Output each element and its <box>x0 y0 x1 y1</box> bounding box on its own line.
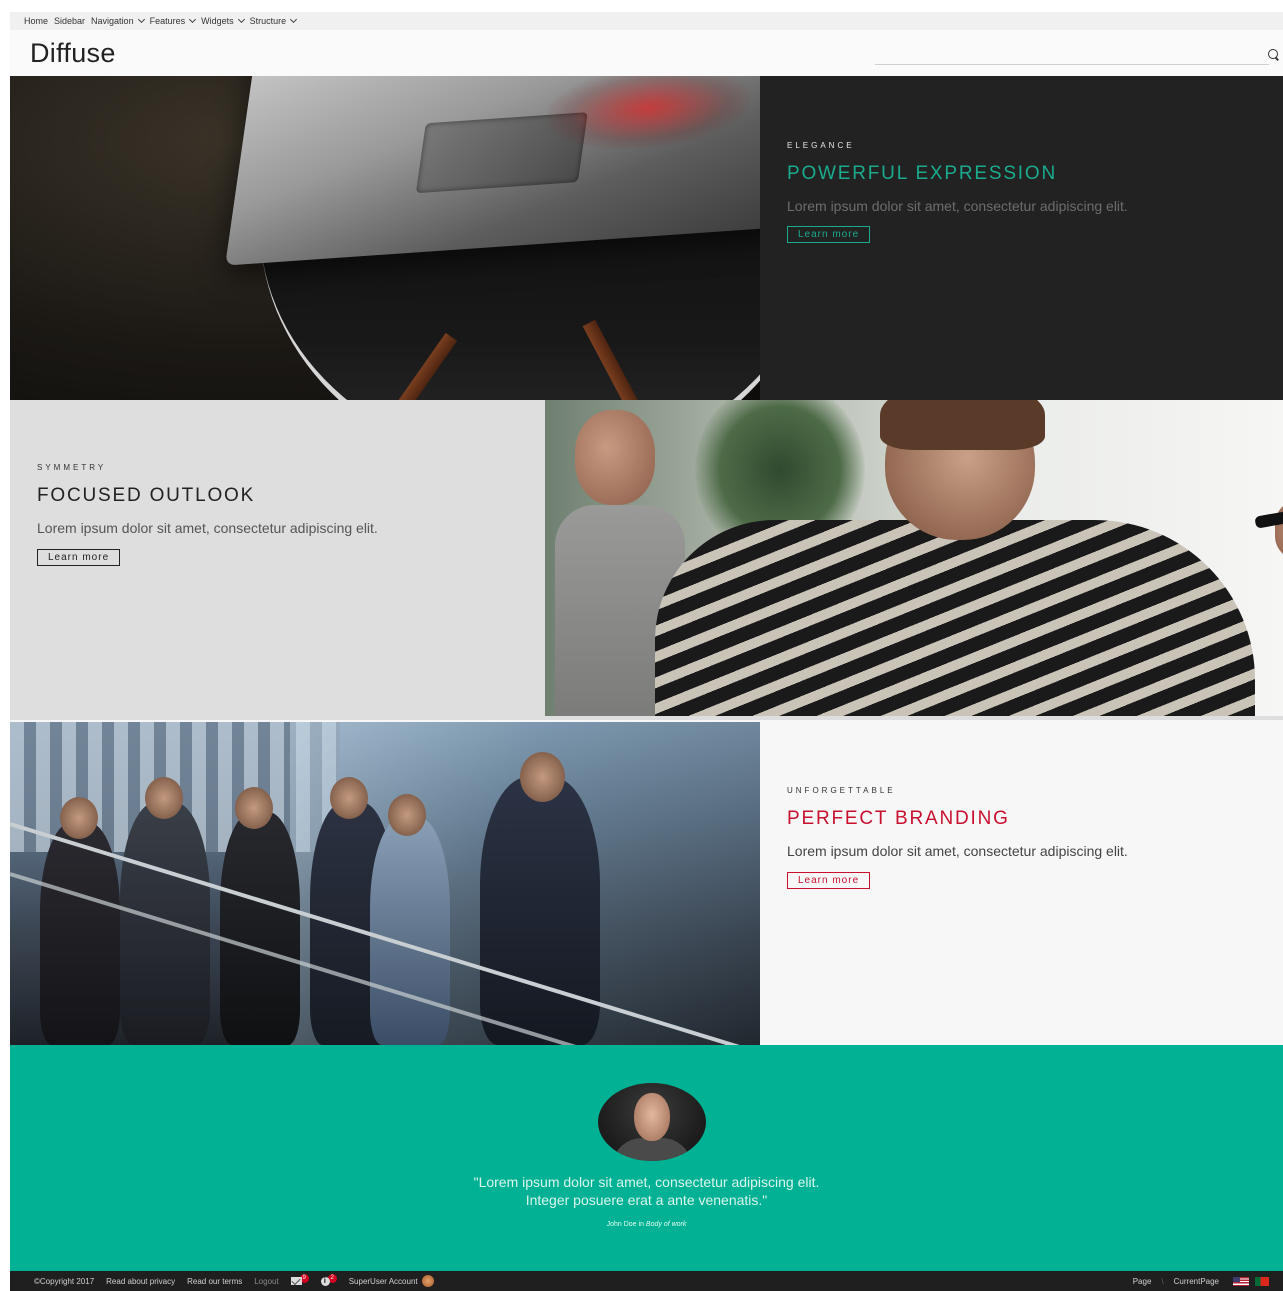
laptop-chair-image <box>10 76 760 400</box>
nav-item-widgets[interactable]: Widgets <box>201 15 245 26</box>
footer-breadcrumb: Page \ CurrentPage <box>1133 1276 1269 1286</box>
section-eyebrow: SYMMETRY <box>37 463 107 472</box>
chevron-down-icon <box>237 15 245 24</box>
nav-item-sidebar[interactable]: Sidebar <box>54 16 85 26</box>
section-headline: PERFECT BRANDING <box>787 808 1010 829</box>
nav-item-label: Sidebar <box>54 16 86 26</box>
chevron-down-icon <box>137 15 145 24</box>
page: Home Sidebar Navigation Features Widgets… <box>10 0 1283 1291</box>
learn-more-button[interactable]: Learn more <box>787 226 871 243</box>
nav-item-navigation[interactable]: Navigation <box>91 15 145 26</box>
crowd-head <box>388 794 426 836</box>
user-avatar[interactable] <box>421 1275 434 1287</box>
learn-more-button[interactable]: Learn more <box>37 549 121 566</box>
logout-link[interactable]: Logout <box>254 1277 278 1286</box>
section-elegance: ELEGANCE POWERFUL EXPRESSION Lorem ipsum… <box>10 76 1283 400</box>
search-input[interactable] <box>875 44 1269 65</box>
info-icon[interactable] <box>320 1276 330 1286</box>
copyright-text: ©Copyright 2017 <box>34 1276 95 1286</box>
nav-item-features[interactable]: Features <box>149 15 197 26</box>
testimonial-quote: "Lorem ipsum dolor sit amet, consectetur… <box>10 1173 1283 1209</box>
crowd-head <box>520 752 565 802</box>
person-head <box>575 410 655 505</box>
crowd-head <box>330 777 368 819</box>
citation-source: Body of work <box>645 1221 687 1228</box>
terms-link[interactable]: Read our terms <box>187 1277 242 1286</box>
privacy-link[interactable]: Read about privacy <box>106 1277 175 1286</box>
testimonial-citation: John Doe in Body of work <box>10 1221 1283 1228</box>
nav-item-label: Navigation <box>91 16 134 26</box>
person-foreground <box>655 400 1283 716</box>
crowd-person <box>480 777 600 1045</box>
nav-item-label: Widgets <box>201 16 234 26</box>
search-icon[interactable] <box>1268 49 1278 59</box>
section-description: Lorem ipsum dolor sit amet, consectetur … <box>787 843 1128 859</box>
striped-sweater <box>655 520 1255 716</box>
red-glow <box>541 76 756 155</box>
site-header: Diffuse <box>10 30 1283 76</box>
section-description: Lorem ipsum dolor sit amet, consectetur … <box>37 520 378 536</box>
breadcrumb-page[interactable]: Page <box>1133 1277 1152 1286</box>
crowd-head <box>235 787 273 829</box>
section-unforgettable: UNFORGETTABLE PERFECT BRANDING Lorem ips… <box>10 720 1283 1045</box>
section-eyebrow: ELEGANCE <box>787 141 855 150</box>
testimonial-avatar <box>598 1083 706 1161</box>
section-headline: FOCUSED OUTLOOK <box>37 485 256 506</box>
quote-line: Integer posuere erat a ante venenatis." <box>525 1192 768 1208</box>
flag-us-icon[interactable] <box>1233 1276 1249 1286</box>
avatar-shoulders <box>612 1138 692 1161</box>
person-hair <box>880 400 1045 450</box>
citation-author: John Doe in <box>606 1221 644 1228</box>
flag-pt-icon[interactable] <box>1255 1276 1269 1286</box>
chevron-down-icon <box>290 15 298 24</box>
testimonial-section: "Lorem ipsum dolor sit amet, consectetur… <box>10 1045 1283 1271</box>
crowd-person <box>370 817 450 1045</box>
site-footer: ©Copyright 2017 Read about privacy Read … <box>10 1271 1283 1291</box>
crowd-head <box>60 797 98 839</box>
breadcrumb-separator: \ <box>1161 1276 1164 1286</box>
mail-icon[interactable] <box>290 1277 302 1285</box>
elegance-text-block: ELEGANCE POWERFUL EXPRESSION Lorem ipsum… <box>787 76 1267 400</box>
nav-item-home[interactable]: Home <box>24 16 48 26</box>
unforgettable-text-block: UNFORGETTABLE PERFECT BRANDING Lorem ips… <box>787 720 1267 1045</box>
breadcrumb-current[interactable]: CurrentPage <box>1174 1277 1219 1286</box>
nav-item-label: Structure <box>249 16 287 26</box>
crowd-head <box>145 777 183 819</box>
section-eyebrow: UNFORGETTABLE <box>787 786 896 795</box>
whiteboard-people-image <box>545 400 1283 716</box>
top-navigation: Home Sidebar Navigation Features Widgets… <box>10 12 1283 30</box>
account-link[interactable]: SuperUser Account <box>349 1277 418 1286</box>
quote-line: "Lorem ipsum dolor sit amet, consectetur… <box>473 1174 820 1190</box>
section-headline: POWERFUL EXPRESSION <box>787 163 1057 184</box>
footer-left: ©Copyright 2017 Read about privacy Read … <box>34 1273 434 1287</box>
avatar-face <box>634 1093 670 1141</box>
learn-more-button[interactable]: Learn more <box>787 872 871 889</box>
section-description: Lorem ipsum dolor sit amet, consectetur … <box>787 198 1128 214</box>
nav-item-label: Home <box>24 16 49 26</box>
nav-item-structure[interactable]: Structure <box>249 15 298 26</box>
crowd-stairs-image <box>10 722 760 1045</box>
section-symmetry: SYMMETRY FOCUSED OUTLOOK Lorem ipsum dol… <box>10 400 1283 720</box>
symmetry-text-block: SYMMETRY FOCUSED OUTLOOK Lorem ipsum dol… <box>37 400 537 720</box>
brand-logo[interactable]: Diffuse <box>30 38 116 69</box>
nav-item-label: Features <box>149 16 186 26</box>
chevron-down-icon <box>189 15 197 24</box>
crowd-person <box>220 812 300 1045</box>
